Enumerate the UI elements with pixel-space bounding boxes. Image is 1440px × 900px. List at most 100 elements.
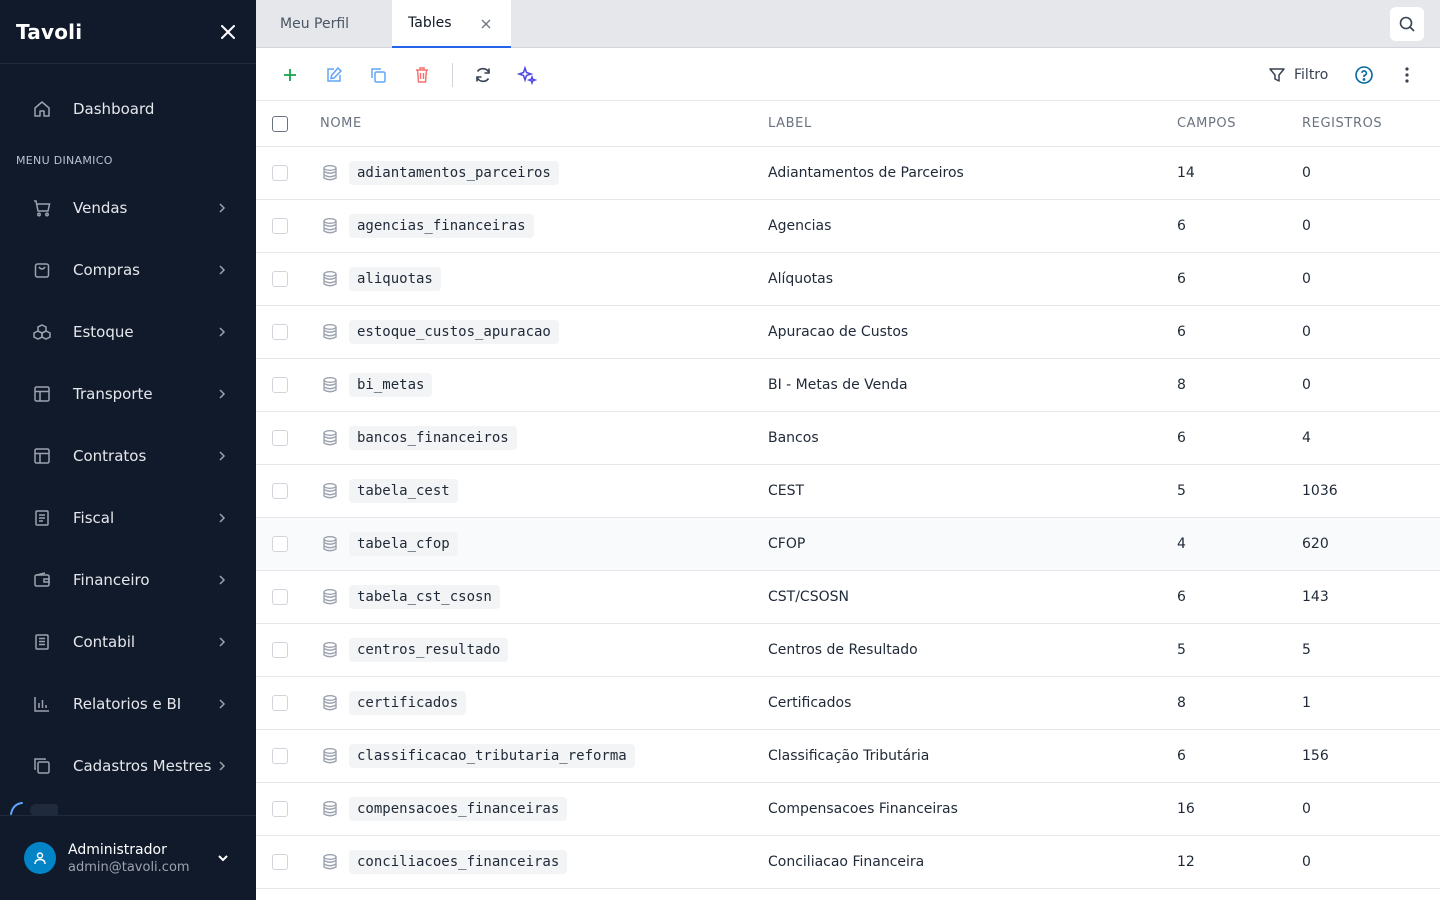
table-name: tabela_cst_csosn <box>349 585 500 609</box>
table-row[interactable]: conciliacoes_financeiras Conciliacao Fina… <box>256 836 1440 889</box>
user-menu-toggle[interactable] <box>216 850 232 866</box>
row-checkbox[interactable] <box>272 801 288 817</box>
edit-button[interactable] <box>320 61 348 89</box>
row-checkbox[interactable] <box>272 589 288 605</box>
delete-button[interactable] <box>408 61 436 89</box>
table-row[interactable]: aliquotas Alíquotas 6 0 <box>256 253 1440 306</box>
column-header-campos[interactable]: CAMPOS <box>1177 116 1302 131</box>
cell-registros: 0 <box>1302 165 1311 181</box>
global-search-button[interactable] <box>1390 7 1424 41</box>
cell-label: Apuracao de Custos <box>768 324 909 340</box>
cell-nome: tabela_cest <box>320 479 768 503</box>
layout-icon <box>32 446 52 466</box>
help-icon <box>1355 66 1373 84</box>
cell-campos: 5 <box>1177 483 1186 499</box>
table-name: agencias_financeiras <box>349 214 534 238</box>
tab-meu-perfil[interactable]: Meu Perfil <box>256 0 392 48</box>
table-row[interactable]: bi_metas BI - Metas de Venda 8 0 <box>256 359 1440 412</box>
table-name: certificados <box>349 691 467 715</box>
sidebar: Tavoli Dashboard MENU DINAMICO Vendas Co… <box>0 0 256 900</box>
cell-campos: 8 <box>1177 377 1186 393</box>
table-row[interactable]: tabela_cest CEST 5 1036 <box>256 465 1440 518</box>
row-checkbox-cell <box>256 165 320 181</box>
row-checkbox[interactable] <box>272 536 288 552</box>
row-checkbox[interactable] <box>272 377 288 393</box>
chevron-right-icon <box>216 388 228 400</box>
row-checkbox[interactable] <box>272 483 288 499</box>
filter-icon <box>1268 66 1286 84</box>
sidebar-item-cadastros-mestres[interactable]: Cadastros Mestres <box>0 735 256 797</box>
row-checkbox-cell <box>256 589 320 605</box>
cell-nome: tabela_cfop <box>320 532 768 556</box>
more-options-button[interactable] <box>1393 61 1421 89</box>
select-all-checkbox[interactable] <box>272 115 288 132</box>
sidebar-item-financeiro[interactable]: Financeiro <box>0 549 256 611</box>
row-checkbox[interactable] <box>272 695 288 711</box>
cell-nome: aliquotas <box>320 267 768 291</box>
sidebar-item-dashboard[interactable]: Dashboard <box>16 84 240 134</box>
column-header-nome[interactable]: NOME <box>320 116 768 131</box>
table-name: tabela_cfop <box>349 532 458 556</box>
table-row[interactable]: classificacao_tributaria_reforma Classifi… <box>256 730 1440 783</box>
table-row[interactable]: certificados Certificados 8 1 <box>256 677 1440 730</box>
duplicate-button[interactable] <box>364 61 392 89</box>
trash-icon <box>416 67 428 83</box>
filter-button[interactable]: Filtro <box>1268 62 1328 88</box>
table-row[interactable]: tabela_cfop CFOP 4 620 <box>256 518 1440 571</box>
sidebar-item-label: Financeiro <box>73 571 150 589</box>
row-checkbox[interactable] <box>272 642 288 658</box>
table-row[interactable]: adiantamentos_parceiros Adiantamentos de … <box>256 147 1440 200</box>
close-sidebar-button[interactable] <box>216 20 240 44</box>
close-tab-button[interactable] <box>479 17 493 31</box>
row-checkbox-cell <box>256 748 320 764</box>
sidebar-item-estoque[interactable]: Estoque <box>0 301 256 363</box>
row-checkbox[interactable] <box>272 165 288 181</box>
search-icon <box>1399 16 1415 32</box>
tab-tables[interactable]: Tables <box>392 0 511 48</box>
sidebar-item-contratos[interactable]: Contratos <box>0 425 256 487</box>
user-icon <box>34 852 46 865</box>
cell-registros: 0 <box>1302 218 1311 234</box>
sidebar-item-transporte[interactable]: Transporte <box>0 363 256 425</box>
ai-assist-button[interactable] <box>513 61 541 89</box>
table-row[interactable]: compensacoes_financeiras Compensacoes Fin… <box>256 783 1440 836</box>
row-checkbox-cell <box>256 218 320 234</box>
cell-nome: adiantamentos_parceiros <box>320 161 768 185</box>
row-checkbox[interactable] <box>272 430 288 446</box>
row-checkbox[interactable] <box>272 324 288 340</box>
row-checkbox[interactable] <box>272 271 288 287</box>
brand-logo: Tavoli <box>16 19 83 44</box>
cell-label: Centros de Resultado <box>768 642 918 658</box>
user-name: Administrador <box>68 841 167 858</box>
row-checkbox[interactable] <box>272 854 288 870</box>
chevron-right-icon <box>216 264 228 276</box>
add-button[interactable] <box>276 61 304 89</box>
user-profile[interactable]: Administrador admin@tavoli.com <box>0 815 256 900</box>
sidebar-item-fiscal[interactable]: Fiscal <box>0 487 256 549</box>
cart-icon <box>32 198 52 218</box>
cell-registros: 1 <box>1302 695 1311 711</box>
cell-registros: 143 <box>1302 589 1329 605</box>
row-checkbox-cell <box>256 377 320 393</box>
cell-label: Certificados <box>768 695 852 711</box>
table-row[interactable]: tabela_cst_csosn CST/CSOSN 6 143 <box>256 571 1440 624</box>
sidebar-item-contabil[interactable]: Contabil <box>0 611 256 673</box>
row-checkbox[interactable] <box>272 748 288 764</box>
sidebar-item-relatorios[interactable]: Relatorios e BI <box>0 673 256 735</box>
sidebar-item-vendas[interactable]: Vendas <box>0 177 256 239</box>
table-row[interactable]: centros_resultado Centros de Resultado 5 5 <box>256 624 1440 677</box>
column-header-label[interactable]: LABEL <box>768 116 1177 131</box>
table-row[interactable]: agencias_financeiras Agencias 6 0 <box>256 200 1440 253</box>
cell-campos: 6 <box>1177 218 1186 234</box>
sidebar-item-label: Transporte <box>73 385 153 403</box>
table-name: classificacao_tributaria_reforma <box>349 744 635 768</box>
refresh-button[interactable] <box>469 61 497 89</box>
table-row[interactable]: estoque_custos_apuracao Apuracao de Custo… <box>256 306 1440 359</box>
table-name: compensacoes_financeiras <box>349 797 568 821</box>
column-header-registros[interactable]: REGISTROS <box>1302 116 1440 131</box>
row-checkbox[interactable] <box>272 218 288 234</box>
help-button[interactable] <box>1350 61 1378 89</box>
table-row[interactable]: bancos_financeiros Bancos 6 4 <box>256 412 1440 465</box>
sidebar-item-label: Vendas <box>73 199 128 217</box>
sidebar-item-compras[interactable]: Compras <box>0 239 256 301</box>
